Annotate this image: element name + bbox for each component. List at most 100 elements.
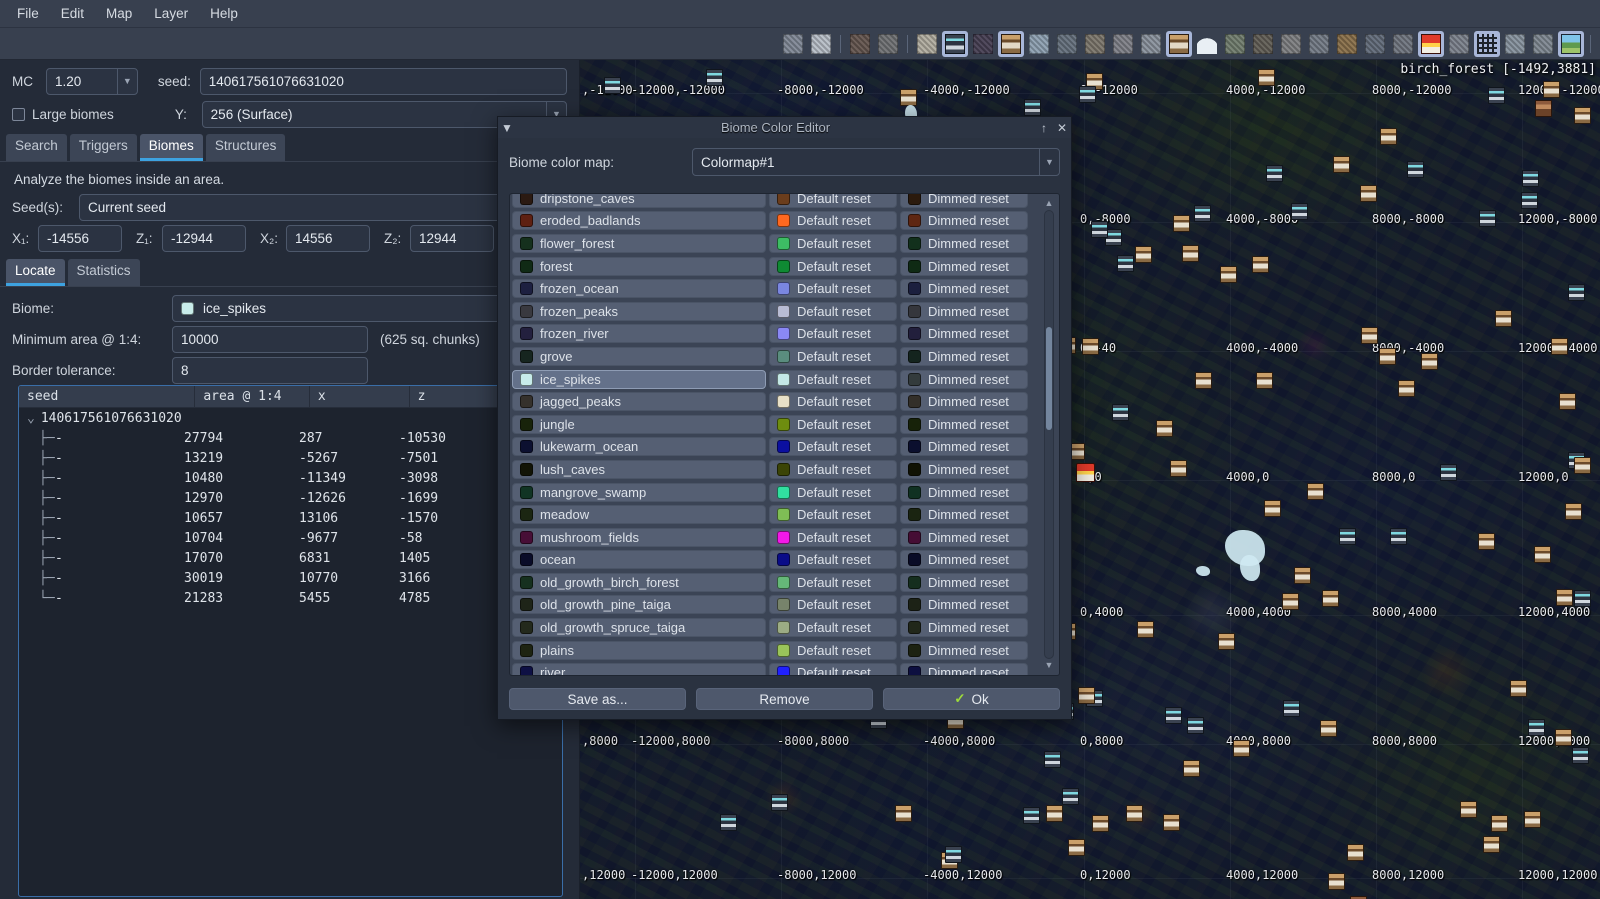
biome-name-button[interactable]: mangrove_swamp: [512, 482, 766, 502]
dimmed-reset-button[interactable]: Dimmed reset: [900, 324, 1028, 344]
biome-color-row[interactable]: old_growth_birch_forest Default reset Dimm…: [510, 571, 1041, 594]
map-marker-outpost[interactable]: [1024, 99, 1041, 116]
table-row[interactable]: └─ -21283 5455 4785: [19, 588, 562, 608]
color-swatch[interactable]: [908, 621, 921, 635]
default-reset-button[interactable]: Default reset: [769, 369, 897, 389]
map-marker-outpost[interactable]: [1044, 751, 1061, 768]
color-swatch[interactable]: [777, 282, 790, 296]
map-marker-outpost[interactable]: [1339, 528, 1356, 545]
map-marker-outpost[interactable]: [1528, 719, 1545, 736]
color-swatch[interactable]: [777, 553, 790, 567]
dimmed-reset-button[interactable]: Dimmed reset: [900, 194, 1028, 208]
structure-icon-trail-ruins[interactable]: [1082, 31, 1108, 57]
map-marker-village[interactable]: [1256, 372, 1273, 389]
map-marker-village[interactable]: [1361, 327, 1378, 344]
map-marker-village[interactable]: [1092, 815, 1109, 832]
color-swatch[interactable]: [908, 236, 921, 250]
menu-item-edit[interactable]: Edit: [50, 2, 95, 25]
structure-icon-buried-treasure[interactable]: [1138, 31, 1164, 57]
color-swatch[interactable]: [777, 259, 790, 273]
structure-icon-swamp-hut[interactable]: [1278, 31, 1304, 57]
biome-color-row[interactable]: river Default reset Dimmed reset: [510, 661, 1041, 675]
subtab-locate[interactable]: Locate: [6, 259, 65, 286]
structure-toolbar[interactable]: [0, 28, 1600, 60]
map-marker-village[interactable]: [1322, 590, 1339, 607]
default-reset-button[interactable]: Default reset: [769, 482, 897, 502]
map-marker-village[interactable]: [1252, 256, 1269, 273]
color-swatch[interactable]: [520, 282, 533, 296]
color-swatch[interactable]: [520, 395, 533, 409]
biome-color-row[interactable]: forest Default reset Dimmed reset: [510, 255, 1041, 278]
color-swatch[interactable]: [908, 372, 921, 386]
biome-color-row[interactable]: eroded_badlands Default reset Dimmed reset: [510, 210, 1041, 233]
color-swatch[interactable]: [520, 327, 533, 341]
map-marker-village[interactable]: [1183, 760, 1200, 777]
map-marker-outpost[interactable]: [1062, 788, 1079, 805]
table-row[interactable]: ├─ -10480 -11349 -3098: [19, 468, 562, 488]
default-reset-button[interactable]: Default reset: [769, 414, 897, 434]
biome-name-button[interactable]: old_growth_spruce_taiga: [512, 618, 766, 638]
map-marker-outpost[interactable]: [1479, 210, 1496, 227]
color-swatch[interactable]: [908, 666, 921, 675]
menu-item-layer[interactable]: Layer: [143, 2, 199, 25]
map-marker-village[interactable]: [1333, 156, 1350, 173]
color-swatch[interactable]: [908, 395, 921, 409]
dimmed-reset-button[interactable]: Dimmed reset: [900, 459, 1028, 479]
map-marker-village[interactable]: [1543, 81, 1560, 98]
chevron-down-icon[interactable]: ▼: [1039, 149, 1059, 175]
structure-icon-mineshaft[interactable]: [1334, 31, 1360, 57]
table-row[interactable]: ├─ -12970 -12626 -1699: [19, 488, 562, 508]
structure-icon-fossil[interactable]: [780, 31, 806, 57]
color-swatch[interactable]: [908, 508, 921, 522]
biome-name-button[interactable]: mushroom_fields: [512, 527, 766, 547]
map-marker-spawn[interactable]: [1076, 463, 1095, 482]
map-marker-village[interactable]: [1307, 483, 1324, 500]
structure-icon-stronghold[interactable]: [1306, 31, 1332, 57]
map-marker-village[interactable]: [1135, 246, 1152, 263]
border-tolerance-input[interactable]: 8: [172, 357, 368, 384]
biome-name-button[interactable]: old_growth_birch_forest: [512, 572, 766, 592]
color-swatch[interactable]: [908, 462, 921, 476]
structure-icon-ocean-monument[interactable]: [1026, 31, 1052, 57]
biome-color-rows[interactable]: dripstone_caves Default reset Dimmed reset…: [510, 194, 1041, 675]
color-swatch[interactable]: [908, 553, 921, 567]
default-reset-button[interactable]: Default reset: [769, 618, 897, 638]
color-swatch[interactable]: [908, 530, 921, 544]
map-marker-outpost[interactable]: [1091, 221, 1108, 238]
map-marker-outpost[interactable]: [771, 794, 788, 811]
close-icon[interactable]: ✕: [1053, 121, 1071, 135]
color-swatch[interactable]: [908, 440, 921, 454]
dimmed-reset-button[interactable]: Dimmed reset: [900, 437, 1028, 457]
map-marker-outpost[interactable]: [1187, 717, 1204, 734]
color-swatch[interactable]: [520, 417, 533, 431]
map-marker-village[interactable]: [1218, 633, 1235, 650]
map-marker-village[interactable]: [1574, 107, 1591, 124]
results-group-row[interactable]: ⌄ 140617561076631020: [19, 408, 562, 428]
biome-color-row[interactable]: jagged_peaks Default reset Dimmed reset: [510, 390, 1041, 413]
structure-icon-nether-fortress[interactable]: [847, 31, 873, 57]
color-swatch[interactable]: [908, 575, 921, 589]
default-reset-button[interactable]: Default reset: [769, 324, 897, 344]
color-swatch[interactable]: [520, 462, 533, 476]
default-reset-button[interactable]: Default reset: [769, 279, 897, 299]
biome-color-row[interactable]: frozen_peaks Default reset Dimmed reset: [510, 300, 1041, 323]
map-marker-outpost[interactable]: [1117, 255, 1134, 272]
map-marker-outpost[interactable]: [1194, 205, 1211, 222]
biome-color-row[interactable]: mangrove_swamp Default reset Dimmed reset: [510, 481, 1041, 504]
map-marker-village[interactable]: [900, 89, 917, 106]
map-marker-village[interactable]: [1126, 805, 1143, 822]
menu-item-help[interactable]: Help: [199, 2, 249, 25]
color-swatch[interactable]: [777, 349, 790, 363]
scrollbar-thumb[interactable]: [1046, 327, 1052, 431]
tab-biomes[interactable]: Biomes: [139, 134, 203, 161]
map-marker-outpost[interactable]: [1291, 203, 1308, 220]
default-reset-button[interactable]: Default reset: [769, 663, 897, 675]
map-marker-village[interactable]: [1380, 128, 1397, 145]
menu-bar[interactable]: File Edit Map Layer Help: [0, 0, 1600, 28]
map-marker-village[interactable]: [1379, 348, 1396, 365]
structure-icon-spawn-house[interactable]: [1418, 30, 1444, 57]
z2-input[interactable]: 12944: [410, 225, 494, 252]
map-marker-outpost[interactable]: [1165, 707, 1182, 724]
map-marker-village[interactable]: [1398, 380, 1415, 397]
map-marker-village[interactable]: [1565, 503, 1582, 520]
